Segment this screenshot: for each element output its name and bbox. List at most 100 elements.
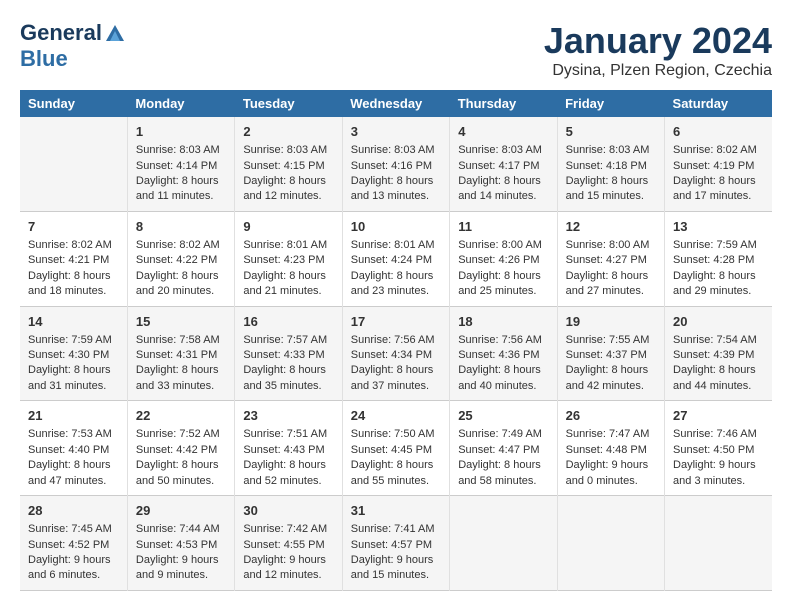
daylight-text: Daylight: 8 hours and 52 minutes. <box>243 458 333 489</box>
day-number: 19 <box>566 313 656 331</box>
calendar-cell-w4-d0: 28Sunrise: 7:45 AMSunset: 4:52 PMDayligh… <box>20 496 127 591</box>
header-monday: Monday <box>127 90 234 117</box>
daylight-text: Daylight: 8 hours and 12 minutes. <box>243 174 333 205</box>
sunset-text: Sunset: 4:17 PM <box>458 159 548 174</box>
calendar-week-row-4: 28 Sunrise: 7:45 AMSunset: 4:52 PM Dayligh… <box>20 496 772 591</box>
daylight-text: Daylight: 8 hours and 13 minutes. <box>351 174 441 205</box>
daylight-text: Daylight: 8 hours and 31 minutes. <box>28 363 119 394</box>
sunrise-text: Sunrise: 8:01 AM <box>243 238 333 253</box>
sunrise-text: Sunrise: 8:03 AM <box>136 143 226 158</box>
sunset-text: Sunset: 4:33 PM <box>243 348 333 363</box>
calendar-cell-w0-d5: 5Sunrise: 8:03 AMSunset: 4:18 PMDaylight… <box>557 117 664 211</box>
sunset-text: Sunset: 4:27 PM <box>566 253 656 268</box>
calendar-cell-w3-d1: 22Sunrise: 7:52 AMSunset: 4:42 PMDayligh… <box>127 401 234 496</box>
calendar-cell-w2-d1: 15Sunrise: 7:58 AMSunset: 4:31 PMDayligh… <box>127 306 234 401</box>
day-number: 23 <box>243 407 333 425</box>
daylight-text: Daylight: 9 hours and 0 minutes. <box>566 458 656 489</box>
calendar-cell-w4-d6 <box>665 496 772 591</box>
daylight-text: Daylight: 8 hours and 42 minutes. <box>566 363 656 394</box>
calendar-cell-w1-d3: 10Sunrise: 8:01 AMSunset: 4:24 PMDayligh… <box>342 211 449 306</box>
day-number: 28 <box>28 502 119 520</box>
calendar-cell-w1-d4: 11Sunrise: 8:00 AMSunset: 4:26 PMDayligh… <box>450 211 557 306</box>
sunrise-text: Sunrise: 7:56 AM <box>351 333 441 348</box>
sunset-text: Sunset: 4:24 PM <box>351 253 441 268</box>
daylight-text: Daylight: 8 hours and 23 minutes. <box>351 269 441 300</box>
sunrise-text: Sunrise: 8:03 AM <box>458 143 548 158</box>
sunrise-text: Sunrise: 7:50 AM <box>351 427 441 442</box>
calendar-cell-w2-d4: 18Sunrise: 7:56 AMSunset: 4:36 PMDayligh… <box>450 306 557 401</box>
day-number: 9 <box>243 218 333 236</box>
calendar-cell-w3-d3: 24Sunrise: 7:50 AMSunset: 4:45 PMDayligh… <box>342 401 449 496</box>
calendar-week-row-2: 14Sunrise: 7:59 AMSunset: 4:30 PMDayligh… <box>20 306 772 401</box>
header-thursday: Thursday <box>450 90 557 117</box>
sunrise-text: Sunrise: 7:53 AM <box>28 427 119 442</box>
sunset-text: Sunset: 4:18 PM <box>566 159 656 174</box>
daylight-text: Daylight: 8 hours and 27 minutes. <box>566 269 656 300</box>
sunrise-text: Sunrise: 7:57 AM <box>243 333 333 348</box>
sunset-text: Sunset: 4:50 PM <box>673 443 764 458</box>
day-number: 3 <box>351 123 441 141</box>
sunset-text: Sunset: 4:42 PM <box>136 443 226 458</box>
sunset-text: Sunset: 4:22 PM <box>136 253 226 268</box>
day-number: 20 <box>673 313 764 331</box>
calendar-cell-w1-d1: 8Sunrise: 8:02 AMSunset: 4:22 PMDaylight… <box>127 211 234 306</box>
sunset-text: Sunset: 4:48 PM <box>566 443 656 458</box>
daylight-text: Daylight: 8 hours and 21 minutes. <box>243 269 333 300</box>
calendar-cell-w1-d0: 7Sunrise: 8:02 AMSunset: 4:21 PMDaylight… <box>20 211 127 306</box>
daylight-text: Daylight: 8 hours and 35 minutes. <box>243 363 333 394</box>
daylight-text: Daylight: 8 hours and 11 minutes. <box>136 174 226 205</box>
day-number: 2 <box>243 123 333 141</box>
header-sunday: Sunday <box>20 90 127 117</box>
calendar-week-row-3: 21 Sunrise: 7:53 AMSunset: 4:40 PM Dayligh… <box>20 401 772 496</box>
day-number: 31 <box>351 502 441 520</box>
header-tuesday: Tuesday <box>235 90 342 117</box>
sunrise-text: Sunrise: 7:47 AM <box>566 427 656 442</box>
sunset-text: Sunset: 4:26 PM <box>458 253 548 268</box>
calendar-cell-w1-d5: 12Sunrise: 8:00 AMSunset: 4:27 PMDayligh… <box>557 211 664 306</box>
sunrise-text: Sunrise: 7:55 AM <box>566 333 656 348</box>
calendar-cell-w3-d4: 25Sunrise: 7:49 AMSunset: 4:47 PMDayligh… <box>450 401 557 496</box>
sunrise-text: Sunrise: 7:46 AM <box>673 427 764 442</box>
sunset-text: Sunset: 4:34 PM <box>351 348 441 363</box>
sunrise-text: Sunrise: 7:52 AM <box>136 427 226 442</box>
sunset-text: Sunset: 4:37 PM <box>566 348 656 363</box>
day-number: 21 <box>28 407 119 425</box>
header-wednesday: Wednesday <box>342 90 449 117</box>
sunrise-text: Sunrise: 7:59 AM <box>673 238 764 253</box>
day-number: 13 <box>673 218 764 236</box>
sunset-text: Sunset: 4:23 PM <box>243 253 333 268</box>
sunrise-text: Sunrise: 7:51 AM <box>243 427 333 442</box>
sunset-text: Sunset: 4:55 PM <box>243 538 333 553</box>
sunrise-text: Sunrise: 8:03 AM <box>243 143 333 158</box>
sunrise-text: Sunrise: 7:58 AM <box>136 333 226 348</box>
sunset-text: Sunset: 4:40 PM <box>28 443 119 458</box>
day-number: 4 <box>458 123 548 141</box>
daylight-text: Daylight: 9 hours and 3 minutes. <box>673 458 764 489</box>
calendar-cell-w3-d0: 21Sunrise: 7:53 AMSunset: 4:40 PMDayligh… <box>20 401 127 496</box>
sunset-text: Sunset: 4:57 PM <box>351 538 441 553</box>
calendar-header-row: Sunday Monday Tuesday Wednesday Thursday… <box>20 90 772 117</box>
daylight-text: Daylight: 8 hours and 40 minutes. <box>458 363 548 394</box>
sunrise-text: Sunrise: 7:45 AM <box>28 522 119 537</box>
calendar-cell-w4-d5 <box>557 496 664 591</box>
sunrise-text: Sunrise: 8:03 AM <box>351 143 441 158</box>
daylight-text: Daylight: 9 hours and 15 minutes. <box>351 553 441 584</box>
calendar-cell-w4-d4 <box>450 496 557 591</box>
sunset-text: Sunset: 4:16 PM <box>351 159 441 174</box>
daylight-text: Daylight: 8 hours and 29 minutes. <box>673 269 764 300</box>
daylight-text: Daylight: 8 hours and 37 minutes. <box>351 363 441 394</box>
day-number: 16 <box>243 313 333 331</box>
day-number: 22 <box>136 407 226 425</box>
day-number: 6 <box>673 123 764 141</box>
calendar-cell-w0-d3: 3 Sunrise: 8:03 AMSunset: 4:16 PMDaylight… <box>342 117 449 211</box>
calendar-cell-w0-d2: 2Sunrise: 8:03 AMSunset: 4:15 PMDaylight… <box>235 117 342 211</box>
sunset-text: Sunset: 4:30 PM <box>28 348 119 363</box>
sunrise-text: Sunrise: 7:44 AM <box>136 522 226 537</box>
day-number: 1 <box>136 123 226 141</box>
calendar-week-row-0: 1Sunrise: 8:03 AMSunset: 4:14 PMDaylight… <box>20 117 772 211</box>
day-number: 8 <box>136 218 226 236</box>
sunrise-text: Sunrise: 8:02 AM <box>673 143 764 158</box>
day-number: 18 <box>458 313 548 331</box>
sunset-text: Sunset: 4:52 PM <box>28 538 119 553</box>
calendar-cell-w4-d2: 30Sunrise: 7:42 AMSunset: 4:55 PMDayligh… <box>235 496 342 591</box>
